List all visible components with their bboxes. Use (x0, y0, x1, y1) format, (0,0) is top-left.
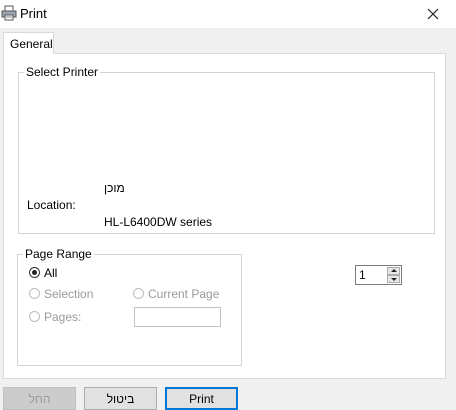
cancel-button-label: ביטול (106, 391, 135, 406)
pages-radio-label: Pages: (44, 310, 82, 324)
current-page-radio-label: Current Page (148, 287, 220, 301)
print-button-label: Print (189, 391, 214, 406)
location-label: Location: (27, 198, 76, 212)
copies-spin-buttons (387, 267, 400, 283)
pages-input[interactable] (134, 307, 221, 327)
copies-increment-button[interactable] (387, 267, 400, 275)
close-button[interactable] (410, 0, 456, 28)
apply-button[interactable]: החל (3, 387, 76, 410)
apply-button-label: החל (28, 391, 51, 406)
copies-value: 1 (359, 268, 366, 282)
printer-name: HL-L6400DW series (104, 215, 213, 229)
copies-stepper[interactable]: 1 (355, 265, 402, 285)
tab-general-label: General (10, 37, 53, 51)
selection-radio[interactable] (29, 288, 40, 299)
title-bar: Print (0, 0, 456, 28)
pages-radio[interactable] (29, 311, 40, 322)
close-icon (427, 8, 439, 20)
cancel-button[interactable]: ביטול (84, 387, 157, 410)
selection-radio-label: Selection (44, 287, 94, 301)
copies-decrement-button[interactable] (387, 275, 400, 283)
tab-panel: Select Printer מוכן Location: HL-L6400DW… (3, 53, 446, 379)
select-printer-legend: Select Printer (24, 65, 101, 79)
select-printer-group: Select Printer מוכן Location: HL-L6400DW… (18, 65, 435, 234)
tab-general[interactable]: General (3, 32, 54, 54)
current-page-radio[interactable] (133, 288, 144, 299)
printer-status-value: מוכן (104, 181, 125, 195)
window-title: Print (20, 6, 47, 21)
print-button[interactable]: Print (165, 387, 238, 410)
all-radio[interactable] (29, 267, 40, 278)
all-radio-label: All (44, 266, 58, 280)
printer-icon (1, 5, 17, 21)
page-range-legend: Page Range (23, 247, 94, 261)
